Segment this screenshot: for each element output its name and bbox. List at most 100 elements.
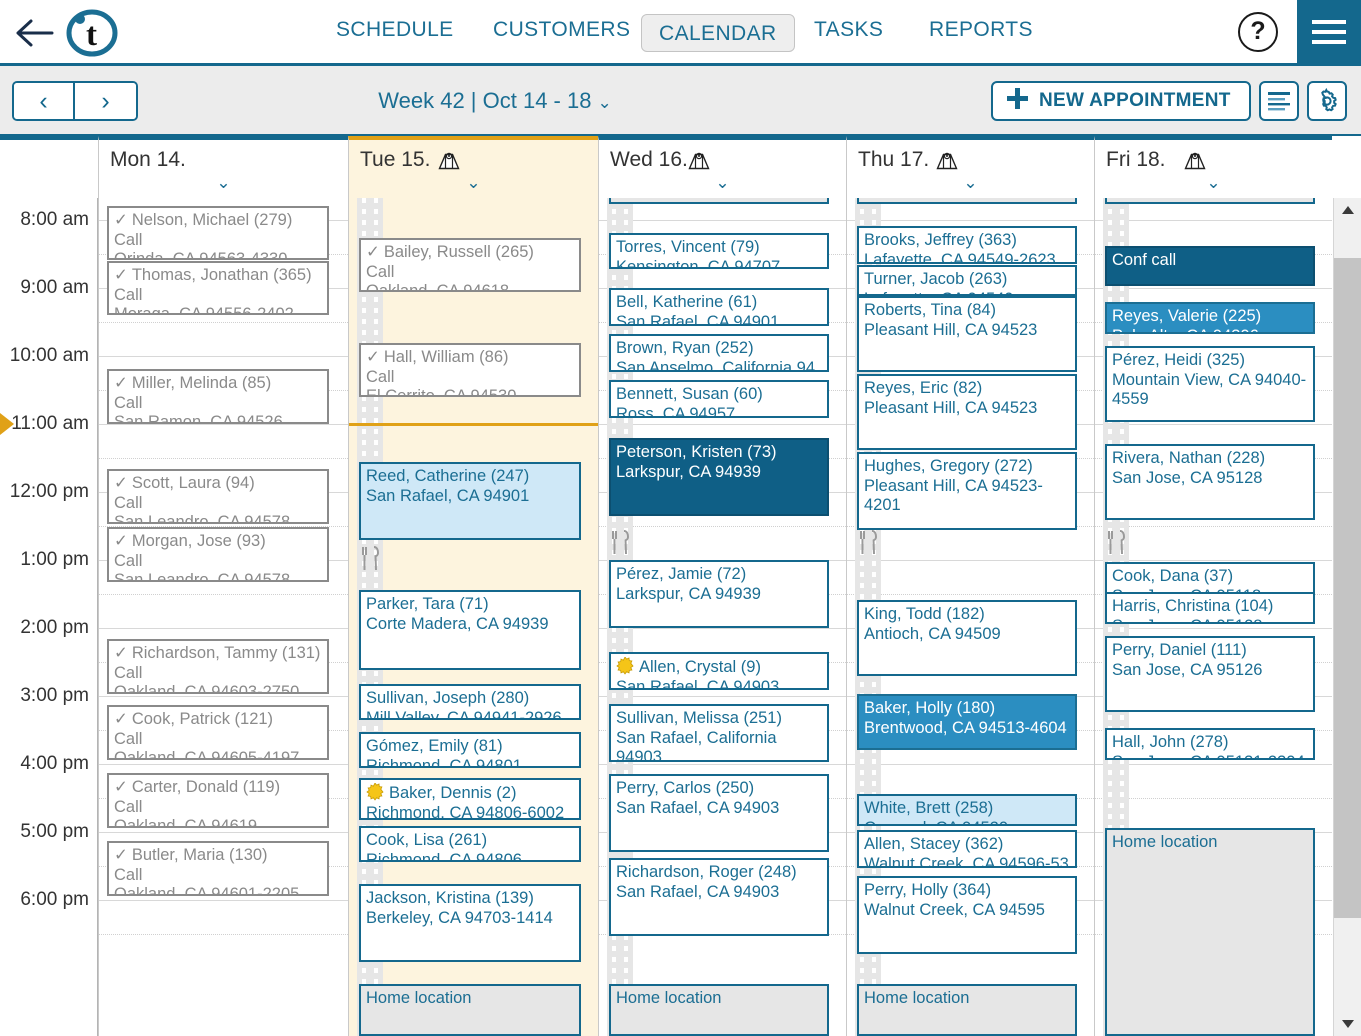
- appointment-card[interactable]: Pérez, Jamie (72) Larkspur, CA 94939: [609, 560, 829, 628]
- appointment-card[interactable]: Harris, Christina (104) San Jose, CA 9512…: [1105, 592, 1315, 624]
- nav-link-tasks[interactable]: TASKS: [814, 18, 883, 42]
- appointment-card[interactable]: King, Todd (182) Antioch, CA 94509: [857, 600, 1077, 676]
- appointment-card[interactable]: ✓ Cook, Patrick (121) Call Oakland, CA 9460…: [107, 705, 329, 760]
- svg-text:t: t: [86, 17, 97, 53]
- appointment-card[interactable]: Perry, Daniel (111) San Jose, CA 95126: [1105, 636, 1315, 712]
- appointment-card[interactable]: Baker, Holly (180) Brentwood, CA 94513-46…: [857, 694, 1077, 750]
- appointment-card[interactable]: Reyes, Eric (82) Pleasant Hill, CA 94523: [857, 374, 1077, 450]
- gear-icon[interactable]: [1307, 81, 1347, 121]
- nav-link-calendar[interactable]: CALENDAR: [641, 14, 795, 52]
- day-header-chevron-down-icon[interactable]: ⌄: [349, 173, 598, 193]
- appointment-card[interactable]: Bell, Katherine (61) San Rafael, CA 94901: [609, 288, 829, 326]
- appointment-card[interactable]: Peterson, Kristen (73) Larkspur, CA 94939: [609, 438, 829, 516]
- appointment-card[interactable]: Home location: [857, 198, 1077, 204]
- vertical-scrollbar[interactable]: [1333, 198, 1361, 1036]
- appointment-card[interactable]: Home location: [857, 984, 1077, 1036]
- route-map-icon[interactable]: [688, 151, 710, 171]
- appointment-card[interactable]: Hall, John (278) San Jose, CA 95131-2304: [1105, 728, 1315, 760]
- scroll-down-arrow-icon[interactable]: [1342, 1020, 1354, 1028]
- route-map-icon[interactable]: [438, 151, 460, 171]
- route-map-icon[interactable]: [1184, 151, 1206, 171]
- appointment-card[interactable]: Jackson, Kristina (139) Berkeley, CA 9470…: [359, 884, 581, 962]
- route-map-icon[interactable]: [936, 151, 958, 171]
- appointment-card[interactable]: White, Brett (258) Concord, CA 94520: [857, 794, 1077, 826]
- appointment-card[interactable]: Hughes, Gregory (272) Pleasant Hill, CA 9…: [857, 452, 1077, 530]
- day-header-chevron-down-icon[interactable]: ⌄: [847, 173, 1094, 193]
- appointment-card[interactable]: Gómez, Emily (81) Richmond, CA 94801: [359, 732, 581, 768]
- day-header-wed[interactable]: Wed 16. ⌄: [598, 136, 846, 198]
- day-column-tue: ✓ Bailey, Russell (265) Call Oakland, CA 94…: [348, 198, 598, 1036]
- appointment-card[interactable]: ✓ Nelson, Michael (279) Call Orinda, CA 945…: [107, 206, 329, 260]
- new-appointment-button[interactable]: NEW APPOINTMENT: [991, 81, 1251, 121]
- day-header-fri[interactable]: Fri 18. ⌄: [1094, 136, 1332, 198]
- list-view-icon[interactable]: [1259, 81, 1299, 121]
- appointment-card[interactable]: Reed, Catherine (247) San Rafael, CA 9490…: [359, 462, 581, 540]
- day-headers-row: Mon 14. ⌄ Tue 15. ⌄ Wed 16. ⌄ Thu 17. ⌄ Fri 18. ⌄: [0, 136, 1361, 198]
- time-label: 12:00 pm: [9, 481, 89, 502]
- appointment-card[interactable]: Parker, Tara (71) Corte Madera, CA 94939: [359, 590, 581, 670]
- nav-link-reports[interactable]: REPORTS: [929, 18, 1033, 42]
- day-header-mon[interactable]: Mon 14. ⌄: [98, 136, 348, 198]
- appointment-card[interactable]: ✓ Richardson, Tammy (131) Call Oakland, CA …: [107, 639, 329, 694]
- appointment-card[interactable]: Sullivan, Joseph (280) Mill Valley, CA 94…: [359, 684, 581, 720]
- appointment-title: ✓ Richardson, Tammy (131): [114, 644, 322, 664]
- appointment-card[interactable]: Sullivan, Melissa (251) San Rafael, Calif…: [609, 704, 829, 762]
- day-header-chevron-down-icon[interactable]: ⌄: [599, 173, 846, 193]
- appointment-title: ✓ Cook, Patrick (121): [114, 710, 322, 730]
- appointment-card[interactable]: Roberts, Tina (84) Pleasant Hill, CA 9452…: [857, 296, 1077, 372]
- day-header-thu[interactable]: Thu 17. ⌄: [846, 136, 1094, 198]
- appointment-card[interactable]: Pérez, Heidi (325) Mountain View, CA 9404…: [1105, 346, 1315, 422]
- appointment-address: San Rafael, CA 94901: [616, 312, 780, 326]
- appointment-card[interactable]: Rivera, Nathan (228) San Jose, CA 95128: [1105, 444, 1315, 520]
- appointment-card[interactable]: ✓ Butler, Maria (130) Call Oakland, CA 9460…: [107, 841, 329, 896]
- scrollbar-thumb[interactable]: [1334, 258, 1361, 918]
- appointment-card[interactable]: Brown, Ryan (252) San Anselmo, California…: [609, 334, 829, 372]
- appointment-type: Call: [114, 797, 143, 816]
- appointment-card[interactable]: Baker, Dennis (2) Richmond, CA 94806-6002: [359, 778, 581, 820]
- appointment-card[interactable]: ✓ Carter, Donald (119) Call Oakland, CA 946…: [107, 773, 329, 828]
- appointment-card[interactable]: Perry, Carlos (250) San Rafael, CA 94903: [609, 774, 829, 852]
- scroll-up-arrow-icon[interactable]: [1342, 206, 1354, 214]
- day-header-chevron-down-icon[interactable]: ⌄: [99, 173, 348, 193]
- appointment-card[interactable]: Home location: [609, 198, 829, 204]
- appointment-card[interactable]: ✓ Morgan, Jose (93) Call San Leandro, CA 94…: [107, 527, 329, 582]
- check-icon: ✓: [114, 846, 128, 864]
- appointment-card[interactable]: Reyes, Valerie (225) Palo Alto, CA 94306: [1105, 302, 1315, 334]
- day-column-mon: ✓ Nelson, Michael (279) Call Orinda, CA 945…: [98, 198, 348, 1036]
- appointment-card[interactable]: Richardson, Roger (248) San Rafael, CA 94…: [609, 858, 829, 936]
- nav-link-customers[interactable]: CUSTOMERS: [493, 18, 630, 42]
- appointment-card[interactable]: Allen, Stacey (362) Walnut Creek, CA 9459…: [857, 830, 1077, 868]
- help-icon[interactable]: ?: [1238, 12, 1278, 52]
- appointment-card[interactable]: ✓ Thomas, Jonathan (365) Call Moraga, CA 94…: [107, 261, 329, 315]
- appointment-title: Torres, Vincent (79): [616, 238, 822, 258]
- appointment-card[interactable]: Allen, Crystal (9) San Rafael, CA 94903: [609, 652, 829, 690]
- hamburger-menu-icon[interactable]: [1297, 0, 1361, 63]
- appointment-card[interactable]: Bennett, Susan (60) Ross, CA 94957: [609, 380, 829, 418]
- appointment-card[interactable]: Turner, Jacob (263)Lafayette, CA 94549: [857, 265, 1077, 296]
- appointment-card[interactable]: ✓ Hall, William (86) Call El Cerrito, CA 94…: [359, 343, 581, 397]
- appointment-card[interactable]: Home location: [359, 984, 581, 1036]
- back-arrow-icon[interactable]: [14, 16, 54, 50]
- appointment-card[interactable]: ✓ Scott, Laura (94) Call San Leandro, CA 94…: [107, 469, 329, 524]
- appointment-card[interactable]: ✓ Bailey, Russell (265) Call Oakland, CA 94…: [359, 238, 581, 292]
- appointment-card[interactable]: Home location: [609, 984, 829, 1036]
- appointment-card[interactable]: ✓ Miller, Melinda (85) Call San Ramon, CA 9…: [107, 369, 329, 424]
- day-header-chevron-down-icon[interactable]: ⌄: [1095, 173, 1332, 193]
- appointment-card[interactable]: Home location: [1105, 828, 1315, 1036]
- appointment-card[interactable]: Torres, Vincent (79) Kensington, CA 94707: [609, 233, 829, 269]
- appointment-card[interactable]: Cook, Dana (37)San Jose, CA 95118: [1105, 562, 1315, 594]
- priority-sun-icon: [366, 782, 384, 801]
- appointment-type: Call: [366, 262, 395, 281]
- appointment-card[interactable]: Home location: [1105, 198, 1315, 204]
- app-logo[interactable]: t: [66, 8, 118, 58]
- appointment-card[interactable]: Cook, Lisa (261) Richmond, CA 94806: [359, 826, 581, 862]
- appointment-card[interactable]: Perry, Holly (364) Walnut Creek, CA 94595: [857, 876, 1077, 954]
- appointment-title: Sullivan, Joseph (280): [366, 689, 574, 709]
- appointment-card[interactable]: Conf call: [1105, 246, 1315, 286]
- appointment-card[interactable]: Brooks, Jeffrey (363) Lafayette, CA 94549…: [857, 226, 1077, 264]
- nav-link-schedule[interactable]: SCHEDULE: [336, 18, 454, 42]
- day-header-tue[interactable]: Tue 15. ⌄: [348, 136, 598, 198]
- week-range-selector[interactable]: Week 42 | Oct 14 - 18 ⌄: [0, 88, 990, 114]
- check-icon: ✓: [114, 710, 128, 728]
- appointment-name: Baker, Holly (180): [864, 699, 996, 717]
